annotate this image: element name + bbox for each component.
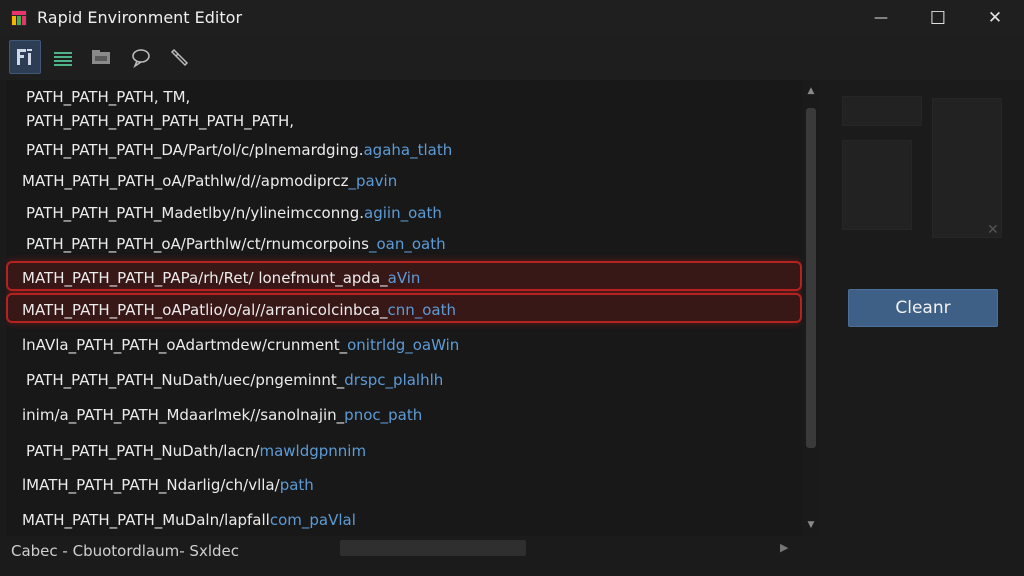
list-item[interactable]: MATH_PATH_PATH_oA/Pathlw/d//apmodiprcz_p…	[6, 166, 802, 196]
list-item[interactable]: PATH_PATH_PATH_NuDath/uec/pngeminnt_drsp…	[6, 365, 802, 395]
path-text: PATH_PATH_PATH_oA/Parthlw/ct/rnumcorpoin…	[26, 235, 369, 253]
variables-icon	[17, 49, 32, 65]
close-icon: ✕	[987, 8, 1003, 28]
wrench-icon	[170, 48, 189, 67]
path-text: lnAVla_PATH_PATH_oAdartmdew/crunment_	[22, 336, 348, 354]
list-item[interactable]: PATH_PATH_PATH_PATH_PATH_PATH,	[6, 106, 802, 136]
maximize-icon: ☐	[929, 7, 947, 29]
path-text: lMATH_PATH_PATH_Ndarlig/ch/vlla/	[22, 476, 280, 494]
variables-view-button[interactable]	[9, 40, 41, 74]
path-suffix: mawldgpnnim	[259, 442, 367, 460]
path-text: PATH_PATH_PATH, TM,	[26, 88, 191, 106]
path-text: MATH_PATH_PATH_PAPa/rh/Ret/ lonefmunt_ap…	[22, 269, 388, 287]
settings-button[interactable]	[164, 40, 196, 74]
path-suffix: agiin_oath	[364, 204, 442, 222]
vertical-scrollbar[interactable]: ▲ ▼	[802, 80, 820, 536]
path-suffix: com_paVlal	[269, 511, 356, 529]
path-suffix: path	[279, 476, 314, 494]
path-text: PATH_PATH_PATH_PATH_PATH_PATH,	[26, 112, 295, 130]
speech-bubble-icon	[132, 49, 150, 68]
list-item[interactable]: PATH_PATH_PATH_oA/Parthlw/ct/rnumcorpoin…	[6, 229, 802, 259]
path-suffix: pnoc_path	[344, 406, 423, 424]
list-view-button[interactable]	[47, 40, 79, 74]
list-item[interactable]: PATH_PATH_PATH_NuDath/lacn/mawldgpnnim	[6, 436, 802, 466]
close-button[interactable]: ✕	[972, 0, 1018, 36]
list-item[interactable]: lnAVla_PATH_PATH_oAdartmdew/crunment_oni…	[6, 330, 802, 360]
window-title: Rapid Environment Editor	[37, 8, 243, 27]
list-item[interactable]: PATH_PATH_PATH_Madetlby/n/ylineimcconng.…	[6, 198, 802, 228]
scroll-down-icon[interactable]: ▼	[806, 520, 816, 530]
path-suffix: onitrldg_oaWin	[347, 336, 460, 354]
scroll-thumb[interactable]	[806, 108, 816, 448]
comment-button[interactable]	[125, 40, 157, 74]
list-item[interactable]: MATH_PATH_PATH_MuDaln/lapfallcom_paVlal	[6, 505, 802, 535]
path-suffix: aVin	[387, 269, 421, 287]
minimize-icon: —	[874, 10, 888, 26]
path-suffix: cnn_oath	[387, 301, 457, 319]
path-text: MATH_PATH_PATH_oAPatlio/o/al//arranicolc…	[22, 301, 388, 319]
path-text: inim/a_PATH_PATH_Mdaarlmek//sanolnajin_	[22, 406, 345, 424]
path-suffix: _oan_oath	[368, 235, 446, 253]
path-text: MATH_PATH_PATH_MuDaln/lapfall	[22, 511, 270, 529]
side-close-icon[interactable]: ✕	[987, 222, 999, 238]
side-placeholder	[932, 98, 1002, 238]
path-list-panel: PATH_PATH_PATH, TM, PATH_PATH_PATH_PATH_…	[6, 80, 820, 536]
path-text: PATH_PATH_PATH_NuDath/uec/pngeminnt_	[26, 371, 345, 389]
list-item[interactable]: lMATH_PATH_PATH_Ndarlig/ch/vlla/path	[6, 470, 802, 500]
list-icon	[54, 52, 72, 66]
path-suffix: drspc_plalhlh	[344, 371, 444, 389]
side-placeholder	[842, 96, 922, 126]
folder-view-button[interactable]	[85, 40, 117, 74]
list-item[interactable]: PATH_PATH_PATH_DA/Part/ol/c/plnemardging…	[6, 135, 802, 165]
minimize-button[interactable]: —	[858, 0, 904, 36]
path-text: PATH_PATH_PATH_Madetlby/n/ylineimcconng.	[26, 204, 365, 222]
path-suffix: _pavin	[348, 172, 398, 190]
status-text: Cabec - Cbuotordlaum- Sxldec	[11, 542, 239, 560]
path-list[interactable]: PATH_PATH_PATH, TM, PATH_PATH_PATH_PATH_…	[6, 80, 802, 536]
path-text: PATH_PATH_PATH_DA/Part/ol/c/plnemardging…	[26, 141, 364, 159]
app-icon	[11, 10, 27, 26]
clean-button[interactable]: Cleanr	[848, 289, 998, 327]
list-item-selected[interactable]: MATH_PATH_PATH_oAPatlio/o/al//arranicolc…	[6, 293, 802, 323]
scroll-right-icon[interactable]: ▶	[780, 541, 788, 554]
maximize-button[interactable]: ☐	[915, 0, 961, 36]
side-placeholder	[842, 140, 912, 230]
path-suffix: agaha_tlath	[363, 141, 453, 159]
list-item[interactable]: inim/a_PATH_PATH_Mdaarlmek//sanolnajin_p…	[6, 400, 802, 430]
horizontal-scroll-thumb[interactable]	[340, 540, 526, 556]
scroll-up-icon[interactable]: ▲	[806, 86, 816, 96]
folder-icon	[92, 50, 110, 64]
path-text: MATH_PATH_PATH_oA/Pathlw/d//apmodiprcz	[22, 172, 349, 190]
path-text: PATH_PATH_PATH_NuDath/lacn/	[26, 442, 260, 460]
list-item-selected[interactable]: MATH_PATH_PATH_PAPa/rh/Ret/ lonefmunt_ap…	[6, 261, 802, 291]
